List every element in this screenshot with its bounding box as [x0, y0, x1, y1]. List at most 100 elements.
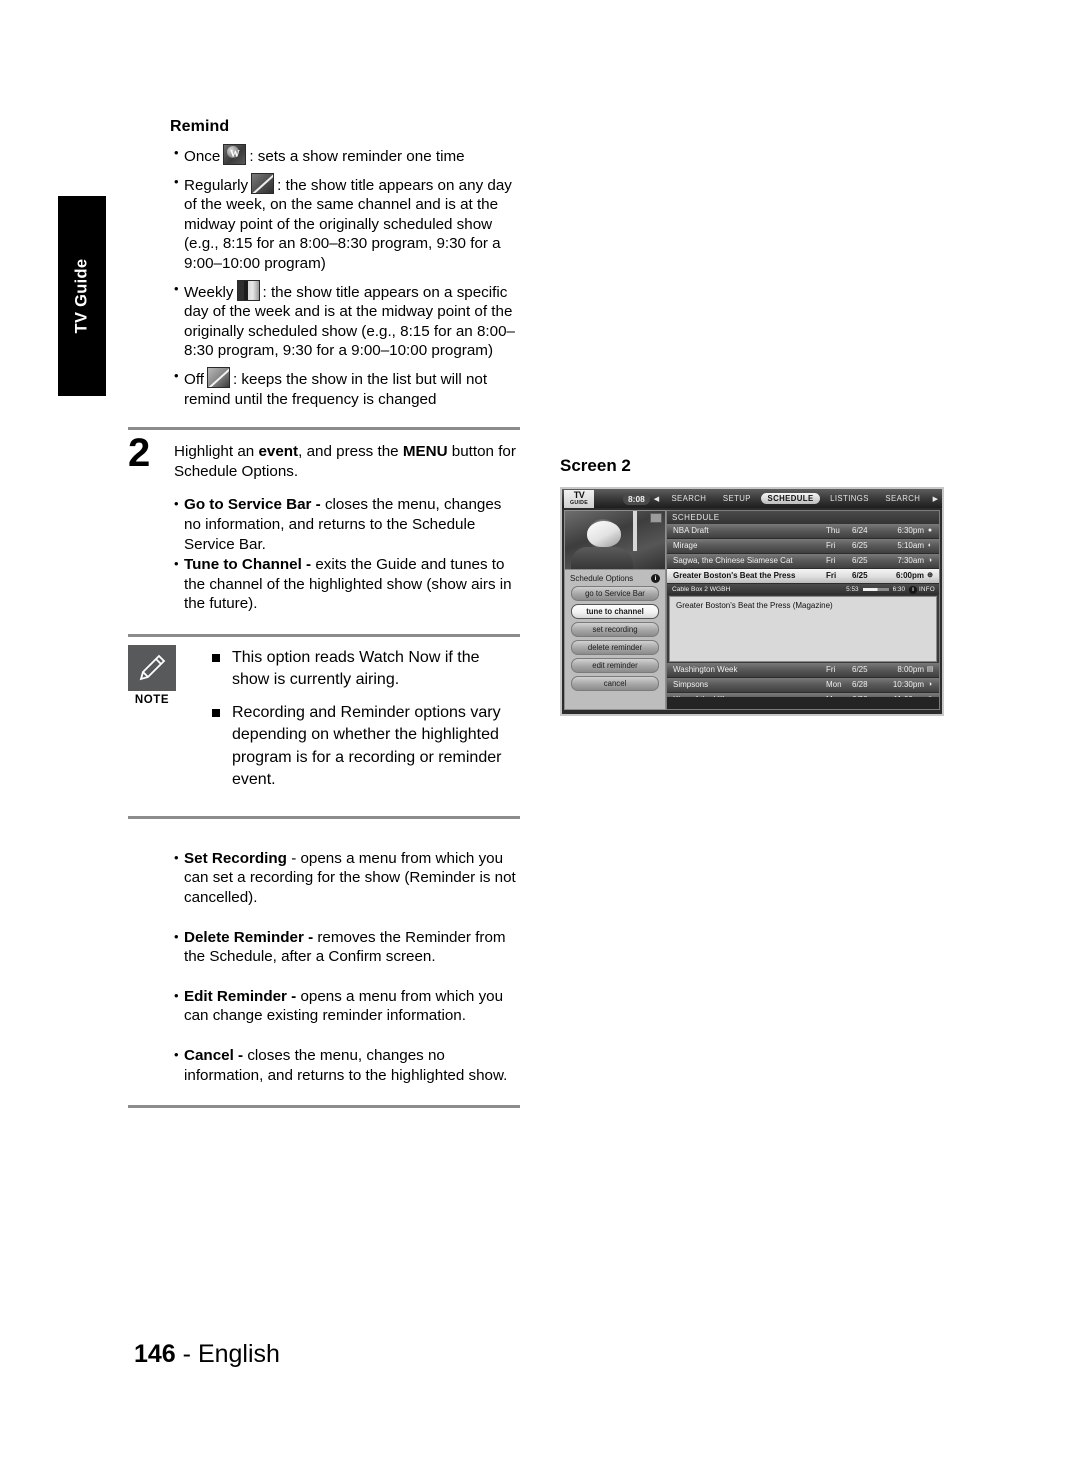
bullet-edit-reminder-label: Edit Reminder -	[184, 987, 297, 1005]
row-date: 6/28	[852, 680, 868, 689]
thumbnail-goalpost	[633, 511, 637, 551]
option-cancel[interactable]: cancel	[571, 676, 659, 691]
side-tab-label: TV Guide	[72, 258, 91, 334]
bullet-edit-reminder: Edit Reminder - opens a menu from which …	[128, 986, 520, 1026]
row-day: Fri	[826, 541, 836, 550]
option-go-to-service-bar[interactable]: go to Service Bar	[571, 586, 659, 601]
info-channel: Cable Box 2 WGBH	[672, 586, 731, 593]
note-item-list: This option reads Watch Now if the show …	[128, 637, 520, 812]
tab-search-right[interactable]: SEARCH	[879, 493, 926, 504]
row-time: 6:00pm	[895, 571, 924, 580]
bullet-tune-to-channel-label: Tune to Channel -	[184, 556, 316, 574]
option-tune-to-channel[interactable]: tune to channel	[571, 604, 659, 619]
schedule-options-title: Schedule Options	[570, 574, 634, 583]
row-date: 6/25	[852, 541, 868, 550]
tv-guide-screenshot: TV GUIDE 8:08 ◀ SEARCH SETUP SCHEDULE LI…	[560, 487, 944, 716]
option-set-recording[interactable]: set recording	[571, 622, 659, 637]
tv-guide-nav-items: SEARCH SETUP SCHEDULE LISTINGS SEARCH	[663, 493, 928, 504]
table-row[interactable]: Washington Week Fri 6/25 8:00pm ▤	[667, 663, 939, 678]
bullet-go-to-service-bar: Go to Service Bar - closes the menu, cha…	[128, 494, 520, 554]
video-thumbnail[interactable]	[565, 511, 665, 570]
remind-term-regularly: Regularly	[184, 176, 249, 194]
divider-bottom	[128, 1105, 520, 1109]
divider-above-step2	[128, 427, 520, 431]
schedule-options-panel: Schedule Options i go to Service Bar tun…	[564, 510, 666, 710]
row-day: Fri	[826, 556, 836, 565]
remind-term-off: Off	[184, 370, 204, 388]
thumbnail-helmet	[587, 521, 621, 547]
chevron-right-icon[interactable]: ▶	[933, 495, 938, 503]
step-2-number: 2	[128, 431, 151, 476]
side-tab-tv-guide: TV Guide	[58, 196, 106, 396]
step-2-bold-event: event	[258, 443, 299, 461]
tab-setup[interactable]: SETUP	[717, 493, 757, 504]
chevron-left-icon[interactable]: ◀	[654, 495, 659, 503]
row-title: Simpsons	[673, 680, 709, 689]
footer-separator: -	[175, 1340, 198, 1368]
remind-term-weekly: Weekly	[184, 283, 234, 301]
option-delete-reminder[interactable]: delete reminder	[571, 640, 659, 655]
schedule-list-header: SCHEDULE	[667, 511, 939, 524]
program-detail-text: Greater Boston's Beat the Press (Magazin…	[669, 596, 937, 662]
remind-once-icon	[223, 144, 247, 165]
remind-off-icon	[206, 366, 230, 388]
bullet-go-to-service-bar-label: Go to Service Bar -	[184, 496, 325, 514]
option-edit-reminder[interactable]: edit reminder	[571, 658, 659, 673]
bullet-set-recording: Set Recording - opens a menu from which …	[128, 848, 520, 908]
tab-search-left[interactable]: SEARCH	[665, 493, 712, 504]
table-row[interactable]: Mirage Fri 6/25 5:10am ◐	[667, 539, 939, 554]
tv-guide-nav-bar: TV GUIDE 8:08 ◀ SEARCH SETUP SCHEDULE LI…	[562, 489, 942, 508]
schedule-list-panel: SCHEDULE NBA Draft Thu 6/24 6:30pm ● Mir…	[666, 510, 940, 710]
row-title: NBA Draft	[673, 526, 709, 535]
bullet-delete-reminder-label: Delete Reminder -	[184, 928, 314, 946]
bullet-cancel: Cancel - closes the menu, changes no inf…	[128, 1045, 520, 1085]
schedule-options-title-row: Schedule Options i	[565, 570, 665, 586]
row-time: 5:10am	[897, 541, 924, 550]
program-info-bar: Cable Box 2 WGBH 5:53 6:30 i INFO	[667, 584, 939, 595]
step-2-text-part2: , and press the	[298, 443, 403, 461]
remind-item-once: Once : sets a show reminder one time	[128, 143, 520, 167]
page-footer: 146 - English	[134, 1340, 280, 1369]
table-row-selected[interactable]: Greater Boston's Beat the Press Fri 6/25…	[667, 569, 939, 584]
info-dot-icon[interactable]: i	[909, 585, 918, 594]
table-row[interactable]: Simpsons Mon 6/28 10:30pm ◑	[667, 678, 939, 693]
info-badge-icon[interactable]: i	[651, 574, 660, 583]
step-2-block: 2 Highlight an event, and press the MENU…	[128, 433, 520, 481]
info-end-time: 6:30	[892, 586, 906, 593]
row-time: 7:30am	[897, 556, 924, 565]
row-date: 6/24	[852, 526, 868, 535]
bullet-delete-reminder: Delete Reminder - removes the Reminder f…	[128, 927, 520, 967]
bullet-tune-to-channel: Tune to Channel - exits the Guide and tu…	[128, 554, 520, 614]
note-item: Recording and Reminder options vary depe…	[128, 702, 520, 792]
tv-guide-logo-line1: TV	[573, 489, 585, 500]
row-day: Fri	[826, 665, 836, 674]
note-item: This option reads Watch Now if the show …	[128, 647, 520, 692]
remind-text-once: : sets a show reminder one time	[249, 148, 465, 165]
table-row[interactable]: Sagwa, the Chinese Siamese Cat Fri 6/25 …	[667, 554, 939, 569]
info-start-time: 5:53	[846, 586, 859, 593]
tv-guide-logo-line2: GUIDE	[570, 499, 588, 506]
remind-weekly-icon	[236, 279, 260, 301]
tab-schedule[interactable]: SCHEDULE	[761, 493, 820, 504]
reminder-selected-icon: ⊕	[927, 572, 933, 579]
row-date: 6/25	[852, 571, 868, 580]
options-bullet-list: Set Recording - opens a menu from which …	[128, 848, 520, 1085]
note-block: NOTE This option reads Watch Now if the …	[128, 637, 520, 812]
row-date: 6/25	[852, 665, 868, 674]
row-time: 8:00pm	[897, 665, 924, 674]
tab-listings[interactable]: LISTINGS	[824, 493, 875, 504]
remind-item-weekly: Weekly: the show title appears on a spec…	[128, 279, 520, 361]
tv-guide-clock: 8:08	[623, 492, 650, 505]
remind-regularly-icon	[251, 172, 275, 194]
table-row[interactable]: NBA Draft Thu 6/24 6:30pm ●	[667, 524, 939, 539]
row-day: Fri	[826, 571, 837, 580]
remind-bullet-list: Once : sets a show reminder one time Regu…	[128, 143, 520, 409]
progress-bar	[862, 588, 889, 591]
pip-icon[interactable]	[650, 513, 662, 523]
remind-term-once: Once	[184, 148, 221, 165]
thumbnail-player-body	[571, 547, 633, 569]
row-title: Greater Boston's Beat the Press	[673, 571, 796, 580]
footer-language: English	[197, 1340, 280, 1368]
remind-item-off: Off: keeps the show in the list but will…	[128, 366, 520, 409]
info-label: INFO	[919, 586, 935, 593]
